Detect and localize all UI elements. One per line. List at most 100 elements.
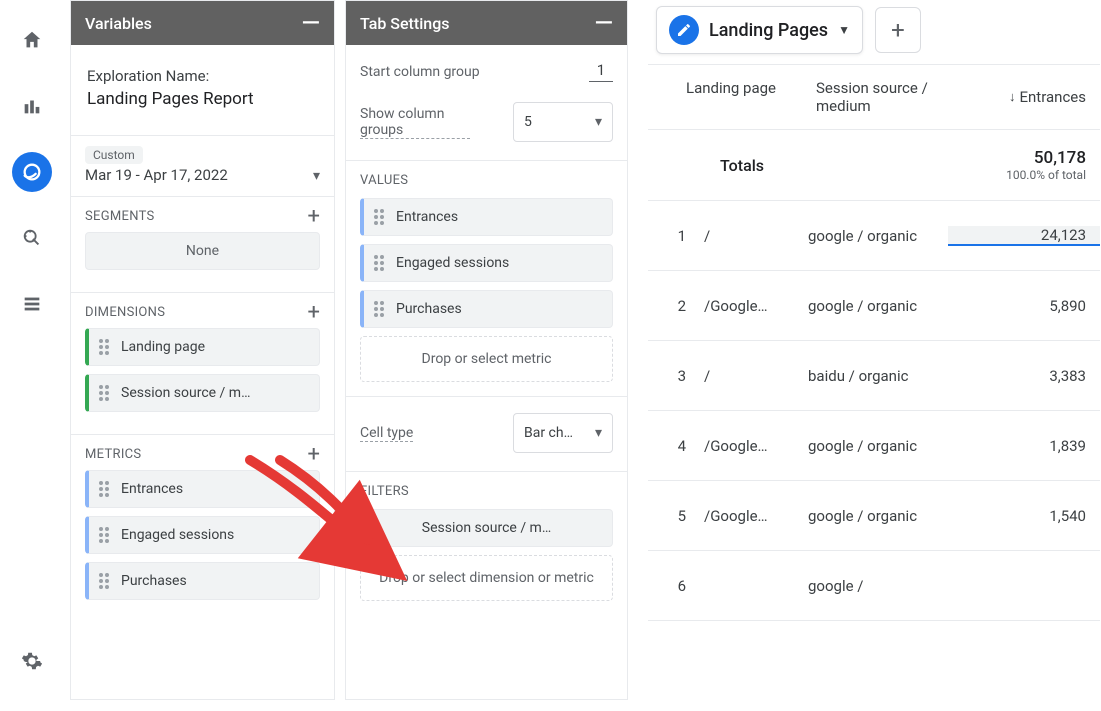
exploration-name-input[interactable]: Landing Pages Report	[87, 89, 318, 109]
drag-handle-icon[interactable]	[99, 339, 111, 355]
row-metric-value: 3,383	[975, 367, 1100, 385]
row-source-medium: google / organic	[808, 437, 948, 455]
metric-chip-entrances[interactable]: Entrances	[85, 470, 320, 508]
totals-sub: 100.0% of total	[948, 168, 1086, 182]
drag-handle-icon[interactable]	[374, 301, 386, 317]
show-column-groups-label: Show column groups	[360, 106, 470, 139]
table-row[interactable]: 3 / baidu / organic 3,383	[648, 341, 1100, 411]
drag-handle-icon[interactable]	[374, 209, 386, 225]
drag-handle-icon[interactable]	[374, 255, 386, 271]
metrics-section: METRICS + Entrances Engaged sessions Pur…	[71, 435, 334, 622]
metrics-title: METRICS	[85, 447, 141, 462]
dimension-chip-session-source[interactable]: Session source / m…	[85, 374, 320, 412]
value-chip-purchases[interactable]: Purchases	[360, 290, 613, 328]
report-canvas: Landing Pages ▼ + Landing page Session s…	[648, 0, 1100, 700]
date-badge: Custom	[85, 146, 143, 164]
table-row[interactable]: 4 /Google… google / organic 1,839	[648, 411, 1100, 481]
chevron-down-icon: ▾	[595, 425, 602, 441]
column-header-landing-page[interactable]: Landing page	[648, 65, 808, 129]
column-header-entrances[interactable]: ↓ Entrances	[948, 65, 1100, 129]
table-row[interactable]: 5 /Google… google / organic 1,540	[648, 481, 1100, 551]
sort-desc-icon: ↓	[1009, 89, 1016, 105]
totals-value: 50,178	[948, 148, 1086, 168]
row-index: 5	[648, 507, 704, 525]
row-landing-page: /Google…	[704, 297, 808, 315]
dimensions-section: DIMENSIONS + Landing page Session source…	[71, 293, 334, 435]
filters-title: FILTERS	[360, 484, 613, 499]
cell-type-select[interactable]: Bar ch… ▾	[513, 413, 613, 453]
explore-icon[interactable]	[12, 152, 52, 192]
list-icon[interactable]	[12, 284, 52, 324]
chevron-down-icon: ▾	[313, 168, 320, 184]
row-index: 3	[648, 367, 704, 385]
table-row[interactable]: 2 /Google… google / organic 5,890	[648, 271, 1100, 341]
drag-handle-icon[interactable]	[99, 385, 111, 401]
segments-none[interactable]: None	[85, 232, 320, 270]
tab-name: Landing Pages	[709, 20, 828, 41]
row-metric-value: 5,890	[975, 297, 1100, 315]
tab-bar: Landing Pages ▼ +	[648, 0, 1100, 54]
row-index: 1	[648, 227, 704, 245]
cursor-click-icon[interactable]	[12, 218, 52, 258]
row-source-medium: google /	[808, 577, 948, 595]
chevron-down-icon: ▾	[595, 114, 602, 130]
row-index: 6	[648, 577, 704, 595]
variables-title: Variables	[85, 14, 152, 33]
active-tab[interactable]: Landing Pages ▼	[656, 6, 863, 54]
drag-handle-icon[interactable]	[99, 527, 111, 543]
values-drop-target[interactable]: Drop or select metric	[360, 336, 613, 382]
row-source-medium: google / organic	[808, 507, 948, 525]
filters-section: FILTERS Session source / m… Drop or sele…	[346, 472, 627, 615]
dimensions-title: DIMENSIONS	[85, 305, 165, 320]
bar-chart-icon[interactable]	[12, 86, 52, 126]
row-source-medium: google / organic	[808, 227, 948, 245]
row-landing-page: /	[704, 227, 808, 245]
values-section: VALUES Entrances Engaged sessions Purcha…	[346, 161, 627, 397]
cell-type-section: Cell type Bar ch… ▾	[346, 397, 627, 472]
pencil-icon	[669, 15, 699, 45]
variables-header: Variables —	[71, 1, 334, 45]
date-range-text: Mar 19 - Apr 17, 2022	[85, 166, 228, 184]
metric-chip-engaged-sessions[interactable]: Engaged sessions	[85, 516, 320, 554]
start-column-input[interactable]: 1	[589, 61, 613, 82]
column-group-section: Start column group 1 Show column groups …	[346, 45, 627, 161]
row-source-medium: baidu / organic	[808, 367, 948, 385]
segments-title: SEGMENTS	[85, 209, 155, 224]
totals-row: Totals 50,178 100.0% of total	[648, 129, 1100, 201]
gear-icon[interactable]	[12, 641, 52, 681]
start-column-label: Start column group	[360, 64, 480, 80]
dimension-chip-landing-page[interactable]: Landing page	[85, 328, 320, 366]
tab-settings-header: Tab Settings —	[346, 1, 627, 45]
table-row[interactable]: 1 / google / organic 24,123	[648, 201, 1100, 271]
table-row[interactable]: 6 google /	[648, 551, 1100, 621]
value-chip-engaged-sessions[interactable]: Engaged sessions	[360, 244, 613, 282]
row-metric-value: 1,839	[975, 437, 1100, 455]
totals-label: Totals	[648, 156, 948, 175]
drag-handle-icon[interactable]	[99, 573, 111, 589]
exploration-name-label: Exploration Name:	[87, 67, 318, 85]
row-index: 2	[648, 297, 704, 315]
tab-settings-panel: Tab Settings — Start column group 1 Show…	[345, 0, 628, 700]
nav-rail	[0, 0, 64, 711]
segments-section: SEGMENTS + None	[71, 197, 334, 293]
row-landing-page: /Google…	[704, 507, 808, 525]
filter-chip-session-source[interactable]: Session source / m…	[360, 509, 613, 547]
tab-settings-title: Tab Settings	[360, 14, 450, 33]
filters-drop-target[interactable]: Drop or select dimension or metric	[360, 555, 613, 601]
exploration-name-section: Exploration Name: Landing Pages Report	[71, 45, 334, 136]
row-landing-page: /Google…	[704, 437, 808, 455]
data-table: Landing page Session source / medium ↓ E…	[648, 64, 1100, 621]
metric-chip-purchases[interactable]: Purchases	[85, 562, 320, 600]
row-metric-value: 24,123	[948, 226, 1100, 244]
drag-handle-icon[interactable]	[99, 481, 111, 497]
column-header-source-medium[interactable]: Session source / medium	[808, 65, 948, 129]
show-column-groups-select[interactable]: 5 ▾	[513, 102, 613, 142]
add-tab-button[interactable]: +	[875, 7, 921, 53]
row-metric-value: 1,540	[975, 507, 1100, 525]
date-range-picker[interactable]: Custom Mar 19 - Apr 17, 2022 ▾	[71, 136, 334, 197]
value-chip-entrances[interactable]: Entrances	[360, 198, 613, 236]
chevron-down-icon[interactable]: ▼	[838, 23, 850, 37]
table-header: Landing page Session source / medium ↓ E…	[648, 65, 1100, 129]
cell-type-label: Cell type	[360, 425, 413, 442]
home-icon[interactable]	[12, 20, 52, 60]
